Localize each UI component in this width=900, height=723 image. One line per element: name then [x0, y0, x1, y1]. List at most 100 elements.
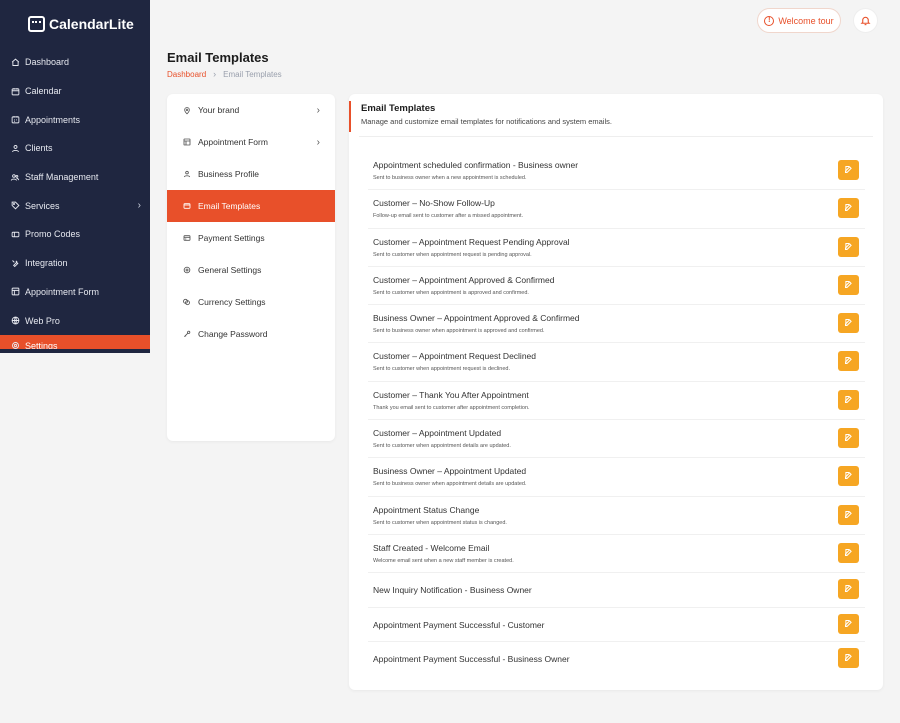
edit-icon [844, 391, 853, 409]
sidebar-item-label: Dashboard [25, 57, 70, 68]
sidebar-item-staff-management[interactable]: Staff Management [0, 163, 150, 192]
edit-template-button[interactable] [838, 198, 859, 219]
edit-template-button[interactable] [838, 313, 859, 334]
profile-icon [182, 170, 191, 179]
edit-icon [844, 467, 853, 485]
sidebar-item-web-pro[interactable]: Web Pro [0, 306, 150, 335]
sidebar-item-label: Services [25, 200, 60, 211]
settings-menu-item-your-brand[interactable]: Your brand › [167, 94, 335, 126]
breadcrumb-dashboard-link[interactable]: Dashboard [167, 70, 206, 79]
settings-menu-label: General Settings [198, 265, 262, 275]
form-icon [10, 287, 20, 297]
settings-menu-item-appointment-form[interactable]: Appointment Form › [167, 126, 335, 158]
users-icon [10, 172, 20, 182]
template-name: Business Owner – Appointment Approved & … [373, 313, 580, 324]
sidebar-item-label: Appointments [25, 114, 81, 125]
template-name: Business Owner – Appointment Updated [373, 466, 527, 477]
edit-icon [844, 615, 853, 633]
chevron-right-icon: › [316, 104, 320, 116]
edit-template-button[interactable] [838, 274, 859, 295]
brand-logo[interactable]: CalendarLite [0, 0, 150, 48]
breadcrumb-current: Email Templates [223, 69, 282, 79]
settings-menu-label: Your brand [198, 105, 240, 115]
home-icon [10, 57, 20, 67]
template-name: New Inquiry Notification - Business Owne… [373, 585, 532, 596]
settings-menu-label: Appointment Form [198, 137, 268, 147]
settings-menu-item-general-settings[interactable]: General Settings [167, 254, 335, 286]
appointments-icon [10, 115, 20, 125]
edit-icon [844, 580, 853, 598]
edit-icon [844, 544, 853, 562]
edit-template-button[interactable] [838, 351, 859, 372]
welcome-tour-label: Welcome tour [778, 15, 834, 26]
template-description: Sent to customer when appointment is app… [373, 289, 529, 296]
template-name: Staff Created - Welcome Email [373, 542, 490, 553]
template-name: Appointment scheduled confirmation - Bus… [373, 160, 579, 170]
edit-template-button[interactable] [838, 389, 859, 410]
sidebar-item-calendar[interactable]: Calendar [0, 77, 150, 106]
edit-icon [844, 199, 853, 217]
sidebar-item-settings[interactable]: Settings [0, 334, 150, 349]
edit-icon [844, 429, 853, 447]
edit-template-button[interactable] [838, 647, 859, 668]
edit-icon [844, 506, 853, 524]
info-icon: ! [764, 15, 775, 26]
coins-icon [182, 298, 191, 307]
template-description: Sent to business owner when appointment … [373, 328, 545, 335]
calendar-logo-icon [28, 16, 45, 32]
template-name: Customer – Appointment Updated [373, 428, 502, 439]
settings-menu-label: Currency Settings [198, 297, 266, 307]
template-name: Customer – Appointment Request Declined [373, 351, 537, 362]
gear-icon [10, 341, 20, 349]
edit-template-button[interactable] [838, 236, 859, 257]
sidebar-item-dashboard[interactable]: Dashboard [0, 48, 150, 77]
edit-template-button[interactable] [838, 504, 859, 525]
template-description: Sent to customer when appointment reques… [373, 366, 510, 373]
sidebar-item-services[interactable]: Services › [0, 191, 150, 220]
notifications-button[interactable] [853, 8, 878, 33]
edit-template-button[interactable] [838, 613, 859, 634]
edit-template-button[interactable] [838, 542, 859, 563]
settings-menu-item-change-password[interactable]: Change Password [167, 318, 335, 350]
sidebar-item-label: Promo Codes [25, 229, 81, 240]
edit-icon [844, 161, 853, 179]
sidebar-item-promo-codes[interactable]: Promo Codes [0, 220, 150, 249]
sidebar-item-label: Clients [25, 143, 53, 154]
edit-template-button[interactable] [838, 428, 859, 449]
template-description: Thank you email sent to customer after a… [373, 404, 530, 411]
settings-menu-label: Email Templates [198, 201, 261, 211]
templates-subtitle: Manage and customize email templates for… [361, 117, 612, 126]
divider [359, 136, 873, 137]
edit-template-button[interactable] [838, 579, 859, 600]
mail-icon [182, 202, 191, 211]
template-name: Customer – Thank You After Appointment [373, 389, 529, 400]
breadcrumb: Dashboard › Email Templates [167, 69, 282, 79]
page-title: Email Templates [167, 50, 269, 65]
chevron-right-icon: › [137, 200, 141, 212]
template-row: Appointment Payment Successful - Custome… [368, 608, 865, 642]
grid-icon [182, 138, 191, 147]
sidebar-item-appointments[interactable]: Appointments [0, 105, 150, 134]
templates-title: Email Templates [361, 103, 436, 114]
edit-template-button[interactable] [838, 466, 859, 487]
sidebar-item-label: Settings [25, 340, 58, 349]
settings-menu-item-business-profile[interactable]: Business Profile [167, 158, 335, 190]
edit-template-button[interactable] [838, 160, 859, 180]
sidebar-item-integration[interactable]: Integration [0, 249, 150, 278]
sidebar-item-appointment-form[interactable]: Appointment Form [0, 278, 150, 307]
sidebar: CalendarLite Dashboard Calendar Appointmen… [0, 0, 150, 353]
settings-menu-item-payment-settings[interactable]: Payment Settings [167, 222, 335, 254]
user-icon [10, 143, 20, 153]
sidebar-item-label: Appointment Form [25, 286, 100, 297]
welcome-tour-button[interactable]: ! Welcome tour [757, 8, 841, 33]
tools-icon [10, 258, 20, 268]
settings-menu-item-currency-settings[interactable]: Currency Settings [167, 286, 335, 318]
settings-menu-label: Payment Settings [198, 233, 265, 243]
calendar-icon [10, 86, 20, 96]
template-row: Customer – No-Show Follow-Up Follow-up em… [368, 190, 865, 229]
sidebar-item-clients[interactable]: Clients [0, 134, 150, 163]
edit-icon [844, 276, 853, 294]
sidebar-item-label: Web Pro [25, 315, 60, 326]
settings-menu-item-email-templates[interactable]: Email Templates [167, 190, 335, 222]
settings-menu: Your brand › Appointment Form › Business Pro… [167, 94, 335, 441]
